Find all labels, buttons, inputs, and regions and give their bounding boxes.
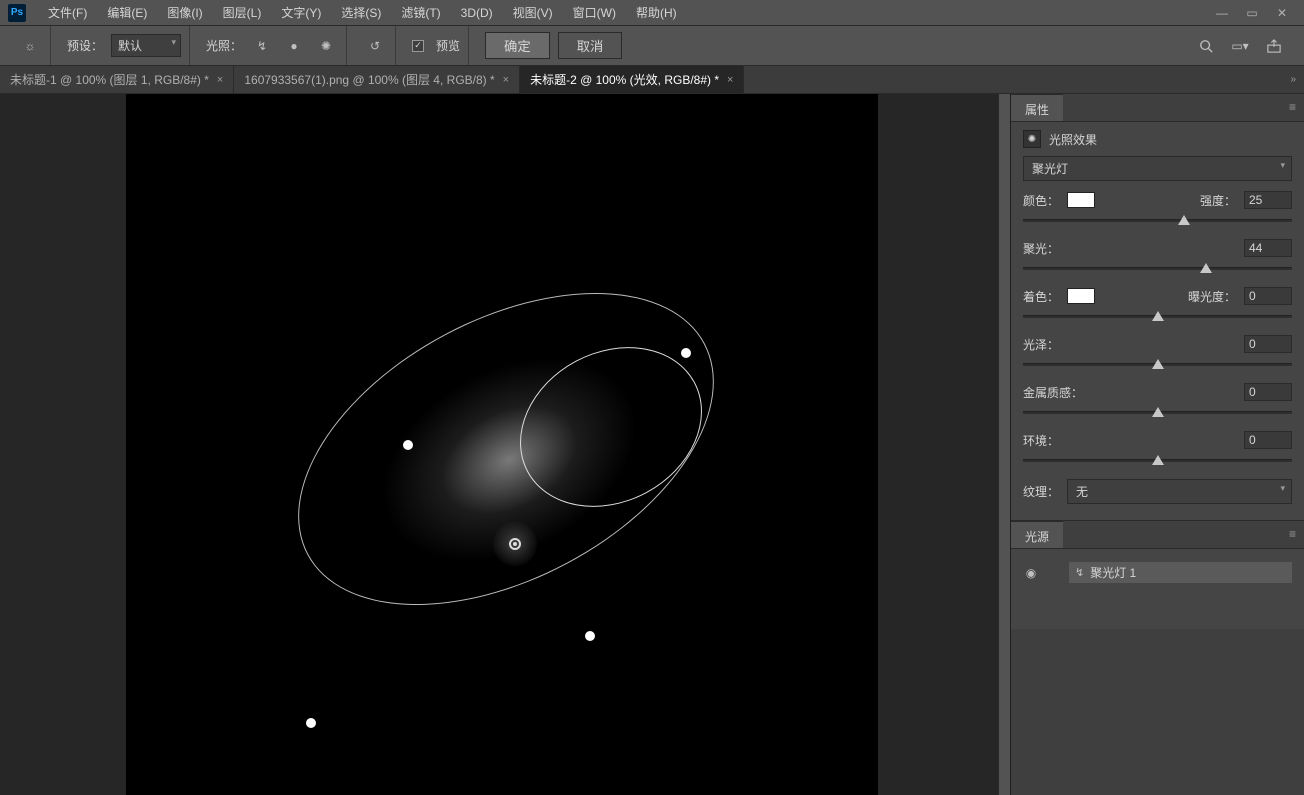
gloss-label: 光泽： (1023, 336, 1059, 353)
right-panels: 属性 ≡ ✺ 光照效果 聚光灯 颜色： 强度： 25 聚光： (1010, 94, 1304, 795)
tab-doc-1[interactable]: 未标题-1 @ 100% (图层 1, RGB/8#) * × (0, 66, 234, 93)
minimize-icon[interactable]: — (1214, 6, 1230, 20)
ps-logo: Ps (8, 4, 26, 22)
bulb-icon[interactable]: ☼ (18, 34, 42, 58)
preset-select[interactable]: 默认 (111, 34, 181, 57)
metallic-slider[interactable] (1023, 405, 1292, 421)
infinitelight-icon[interactable]: ✺ (314, 34, 338, 58)
ambience-label: 环境： (1023, 432, 1059, 449)
tab-label: 未标题-2 @ 100% (光效, RGB/8#) * (530, 71, 719, 88)
cancel-button[interactable]: 取消 (558, 32, 623, 59)
spot-value[interactable]: 44 (1244, 239, 1292, 257)
workspace: 属性 ≡ ✺ 光照效果 聚光灯 颜色： 强度： 25 聚光： (0, 94, 1304, 795)
color-label: 颜色： (1023, 192, 1059, 209)
properties-header-label: 光照效果 (1049, 131, 1097, 148)
texture-select[interactable]: 无 (1067, 479, 1292, 504)
intensity-slider[interactable] (1023, 213, 1292, 229)
properties-header: ✺ 光照效果 (1011, 122, 1304, 156)
spotlight-icon: ↯ (1075, 566, 1084, 579)
metallic-value[interactable]: 0 (1244, 383, 1292, 401)
tab-close-icon[interactable]: × (503, 74, 509, 86)
pointlight-icon[interactable]: ● (282, 34, 306, 58)
menu-edit[interactable]: 编辑(E) (97, 0, 157, 25)
panel-menu-icon[interactable]: ≡ (1281, 94, 1304, 121)
color-swatch[interactable] (1067, 192, 1095, 208)
light-handle-top[interactable] (681, 348, 691, 358)
menu-file[interactable]: 文件(F) (38, 0, 97, 25)
colorize-swatch[interactable] (1067, 288, 1095, 304)
menu-window[interactable]: 窗口(W) (563, 0, 626, 25)
window-controls: — ▭ ✕ (1214, 6, 1296, 20)
spot-label: 聚光： (1023, 240, 1059, 257)
preset-label: 预设： (67, 37, 103, 54)
visibility-icon[interactable]: ◉ (1023, 566, 1039, 580)
ambience-value[interactable]: 0 (1244, 431, 1292, 449)
tab-close-icon[interactable]: × (217, 74, 223, 86)
properties-panel-tabs: 属性 ≡ (1011, 94, 1304, 122)
tab-doc-2[interactable]: 1607933567(1).png @ 100% (图层 4, RGB/8) *… (234, 66, 520, 93)
colorize-label: 着色： (1023, 288, 1059, 305)
canvas[interactable] (126, 94, 878, 795)
share-icon[interactable] (1262, 34, 1286, 58)
menu-select[interactable]: 选择(S) (331, 0, 391, 25)
close-icon[interactable]: ✕ (1274, 6, 1290, 20)
gloss-value[interactable]: 0 (1244, 335, 1292, 353)
light-center-dot (509, 538, 521, 550)
intensity-value[interactable]: 25 (1244, 191, 1292, 209)
canvas-area[interactable] (0, 94, 998, 795)
right-tools: ▭▾ (1194, 34, 1294, 58)
preview-checkbox[interactable] (412, 40, 424, 52)
maximize-icon[interactable]: ▭ (1244, 6, 1260, 20)
intensity-label: 强度： (1200, 192, 1236, 209)
menu-image[interactable]: 图像(I) (157, 0, 212, 25)
lights-panel: 光源 ≡ ◉ ↯ 聚光灯 1 (1011, 520, 1304, 629)
panel-menu-icon[interactable]: ≡ (1281, 521, 1304, 548)
tab-doc-3[interactable]: 未标题-2 @ 100% (光效, RGB/8#) * × (520, 66, 744, 93)
light-center-control[interactable] (493, 522, 537, 566)
tabs-overflow-icon[interactable]: » (1282, 66, 1304, 93)
spot-slider[interactable] (1023, 261, 1292, 277)
ok-button[interactable]: 确定 (485, 32, 550, 59)
light-handle-right[interactable] (585, 631, 595, 641)
menu-bar: Ps 文件(F) 编辑(E) 图像(I) 图层(L) 文字(Y) 选择(S) 滤… (0, 0, 1304, 26)
texture-label: 纹理： (1023, 483, 1059, 500)
light-type-select[interactable]: 聚光灯 (1023, 156, 1292, 181)
exposure-label: 曝光度： (1188, 288, 1236, 305)
tab-close-icon[interactable]: × (727, 74, 733, 86)
lights-tab[interactable]: 光源 (1011, 521, 1063, 548)
scroll-spacer (998, 94, 1010, 795)
menu-layer[interactable]: 图层(L) (213, 0, 272, 25)
tab-label: 未标题-1 @ 100% (图层 1, RGB/8#) * (10, 71, 209, 88)
light-handle-left[interactable] (403, 440, 413, 450)
tab-label: 1607933567(1).png @ 100% (图层 4, RGB/8) * (244, 71, 494, 88)
workspace-switcher-icon[interactable]: ▭▾ (1228, 34, 1252, 58)
document-tabs: 未标题-1 @ 100% (图层 1, RGB/8#) * × 16079335… (0, 66, 1304, 94)
menu-filter[interactable]: 滤镜(T) (391, 0, 450, 25)
metallic-label: 金属质感： (1023, 384, 1083, 401)
properties-panel: ✺ 光照效果 聚光灯 颜色： 强度： 25 聚光： 44 (1011, 122, 1304, 520)
options-bar: ☼ 预设： 默认 光照： ↯ ● ✺ ↺ 预览 确定 取消 ▭▾ (0, 26, 1304, 66)
lighting-effects-icon: ✺ (1023, 130, 1041, 148)
light-handle-bottom[interactable] (306, 718, 316, 728)
reset-icon[interactable]: ↺ (363, 34, 387, 58)
gloss-slider[interactable] (1023, 357, 1292, 373)
light-source-label: 聚光灯 1 (1090, 564, 1136, 581)
properties-tab[interactable]: 属性 (1011, 94, 1063, 121)
ambience-slider[interactable] (1023, 453, 1292, 469)
menu-3d[interactable]: 3D(D) (451, 2, 503, 24)
lighting-label: 光照： (206, 37, 242, 54)
search-icon[interactable] (1194, 34, 1218, 58)
menu-type[interactable]: 文字(Y) (271, 0, 331, 25)
exposure-slider[interactable] (1023, 309, 1292, 325)
preview-label: 预览 (436, 37, 460, 54)
menu-help[interactable]: 帮助(H) (626, 0, 687, 25)
spotlight-icon[interactable]: ↯ (250, 34, 274, 58)
exposure-value[interactable]: 0 (1244, 287, 1292, 305)
menu-view[interactable]: 视图(V) (503, 0, 563, 25)
light-source-row[interactable]: ◉ ↯ 聚光灯 1 (1011, 559, 1304, 586)
